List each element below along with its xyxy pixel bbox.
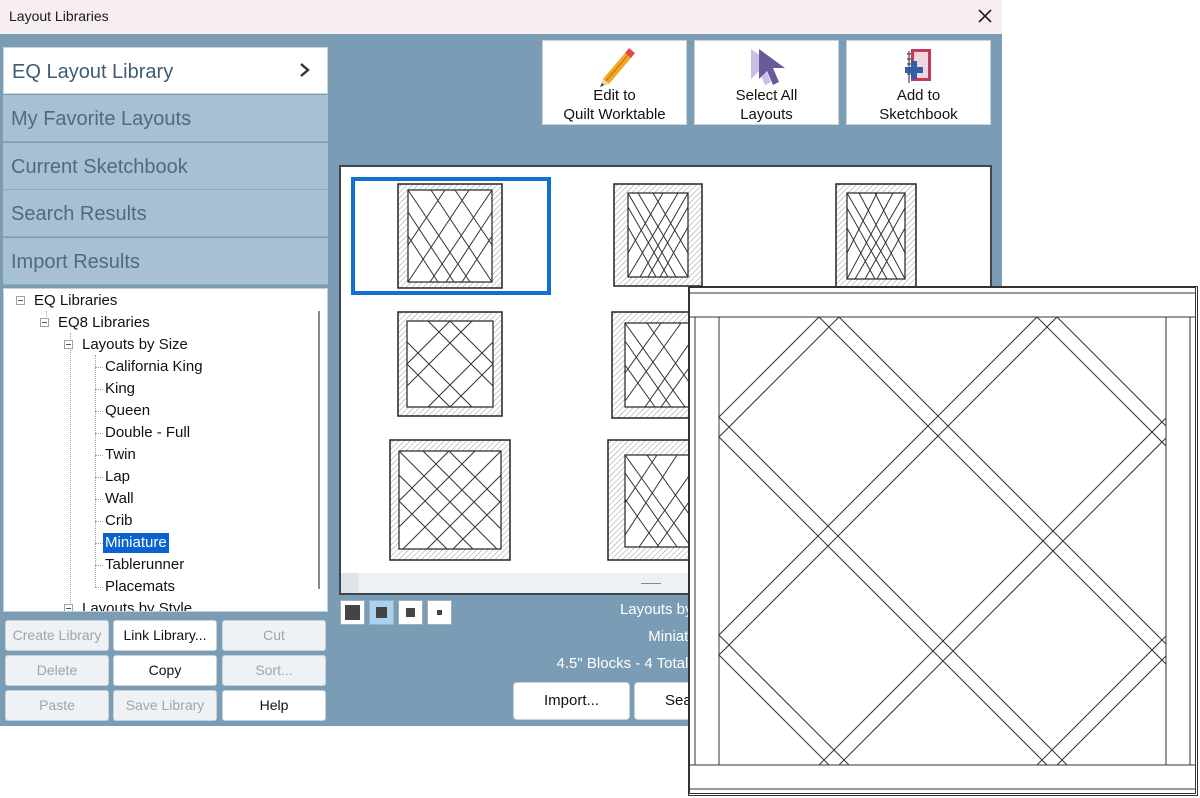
select-all-label-line1: Select All <box>735 87 798 104</box>
tree-scrollbar[interactable] <box>318 311 320 589</box>
view-size-tiny-button[interactable] <box>427 600 452 625</box>
window-title: Layout Libraries <box>9 8 109 24</box>
link-library-button[interactable]: Link Library... <box>113 620 217 651</box>
select-all-layouts-button[interactable]: Select All Layouts <box>694 40 839 125</box>
edit-label-line1: Edit to <box>593 87 636 104</box>
title-bar: Layout Libraries <box>0 0 1002 34</box>
select-all-label-line2: Layouts <box>740 106 793 123</box>
expander-eq-libraries[interactable] <box>16 296 25 305</box>
layout-thumbnail-4[interactable] <box>397 311 503 417</box>
tree-item-layouts-by-style[interactable]: Layouts by Style <box>80 599 194 611</box>
view-size-small-button[interactable] <box>398 600 423 625</box>
save-library-button[interactable]: Save Library <box>113 690 217 721</box>
sort-button[interactable]: Sort... <box>222 655 326 686</box>
status-info: 4.5" Blocks - 4 Total - 0 <box>556 655 710 672</box>
expander-eq8-libraries[interactable] <box>40 318 49 327</box>
view-size-large-button[interactable] <box>340 600 365 625</box>
status-subcategory: Miniature <box>648 628 710 645</box>
tab-eq-layout-library[interactable]: EQ Layout Library <box>3 47 328 94</box>
tree-item-double-full[interactable]: Double - Full <box>103 423 192 443</box>
layout-thumbnail-6[interactable] <box>389 439 511 561</box>
pencil-icon <box>599 48 635 87</box>
layout-thumbnail-1[interactable] <box>397 183 503 289</box>
layout-preview-drawing <box>688 287 1197 794</box>
scroll-left-button[interactable] <box>341 573 359 593</box>
tab-label: EQ Layout Library <box>12 61 174 83</box>
tree-item-twin[interactable]: Twin <box>103 445 138 465</box>
add-to-sketchbook-button[interactable]: Add to Sketchbook <box>846 40 991 125</box>
status-category: Layouts by Si <box>619 601 710 618</box>
close-button[interactable] <box>970 2 1000 30</box>
tree-item-tablerunner[interactable]: Tablerunner <box>103 555 186 575</box>
edit-label: Edit to Quilt Worktable <box>543 86 686 124</box>
layout-thumbnail-7[interactable] <box>607 439 691 561</box>
layout-thumbnail-2[interactable] <box>613 183 703 287</box>
add-label-line2: Sketchbook <box>879 106 958 123</box>
layout-preview <box>688 286 1198 796</box>
library-tree[interactable]: EQ Libraries EQ8 Libraries Layouts by Si… <box>3 288 328 612</box>
tree-item-wall[interactable]: Wall <box>103 489 136 509</box>
tree-item-layouts-by-size[interactable]: Layouts by Size <box>80 335 190 355</box>
view-size-medium-button[interactable] <box>369 600 394 625</box>
edit-label-line2: Quilt Worktable <box>563 106 666 123</box>
add-label-line1: Add to <box>896 87 941 104</box>
import-button[interactable]: Import... <box>513 682 630 720</box>
tree-item-eq-libraries[interactable]: EQ Libraries <box>32 291 119 311</box>
copy-button[interactable]: Copy <box>113 655 217 686</box>
tree-item-crib[interactable]: Crib <box>103 511 135 531</box>
scroll-thumb[interactable] <box>641 583 661 584</box>
tree-item-california-king[interactable]: California King <box>103 357 205 377</box>
layout-thumbnail-3[interactable] <box>835 183 917 289</box>
tree-item-queen[interactable]: Queen <box>103 401 152 421</box>
tab-my-favorite-layouts[interactable]: My Favorite Layouts <box>3 95 328 142</box>
sketchbook-add-icon <box>904 49 931 83</box>
tab-label: Search Results <box>11 203 147 225</box>
tab-search-results[interactable]: Search Results <box>3 190 328 237</box>
select-all-label: Select All Layouts <box>695 86 838 124</box>
chevron-right-icon <box>300 63 310 77</box>
tree-item-eq8-libraries[interactable]: EQ8 Libraries <box>56 313 152 333</box>
tab-import-results[interactable]: Import Results <box>3 238 328 285</box>
delete-button[interactable]: Delete <box>5 655 109 686</box>
add-label: Add to Sketchbook <box>847 86 990 124</box>
expander-layouts-by-size[interactable] <box>64 340 73 349</box>
cut-button[interactable]: Cut <box>222 620 326 651</box>
paste-button[interactable]: Paste <box>5 690 109 721</box>
tab-label: My Favorite Layouts <box>11 108 192 130</box>
tree-item-miniature[interactable]: Miniature <box>103 533 169 553</box>
tab-label: Import Results <box>11 251 140 273</box>
expander-layouts-by-style[interactable] <box>64 604 73 611</box>
close-icon <box>978 9 992 23</box>
tab-label: Current Sketchbook <box>11 156 188 178</box>
create-library-button[interactable]: Create Library <box>5 620 109 651</box>
tab-current-sketchbook[interactable]: Current Sketchbook <box>3 143 328 190</box>
edit-to-quilt-worktable-button[interactable]: Edit to Quilt Worktable <box>542 40 687 125</box>
tree-item-lap[interactable]: Lap <box>103 467 132 487</box>
layout-thumbnail-5[interactable] <box>611 311 691 419</box>
cursor-arrow-icon <box>750 49 785 85</box>
help-button[interactable]: Help <box>222 690 326 721</box>
tree-item-placemats[interactable]: Placemats <box>103 577 177 597</box>
tree-item-king[interactable]: King <box>103 379 137 399</box>
